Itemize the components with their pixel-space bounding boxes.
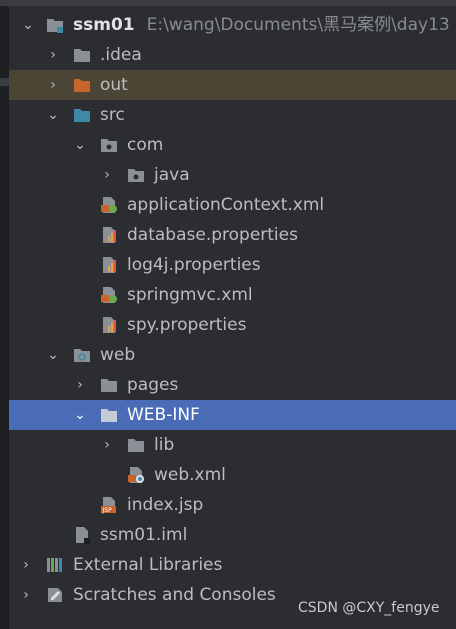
tree-item-label: com	[127, 135, 164, 155]
tree-item-label: log4j.properties	[127, 255, 261, 275]
tree-item-com[interactable]: ⌄ com	[9, 130, 456, 160]
tree-item-web-inf[interactable]: ⌄ WEB-INF	[9, 400, 456, 430]
chevron-down-icon[interactable]: ⌄	[73, 400, 87, 430]
top-toolbar-edge	[0, 0, 456, 6]
web-xml-icon	[127, 466, 145, 484]
chevron-right-icon[interactable]: ›	[46, 70, 60, 100]
jsp-file-icon: JSP	[100, 496, 118, 514]
tree-item-label: .idea	[100, 45, 142, 65]
chevron-down-icon[interactable]: ⌄	[46, 100, 60, 130]
tree-item-label: src	[100, 105, 125, 125]
tree-item-database-properties[interactable]: database.properties	[9, 220, 456, 250]
tree-item-label: web.xml	[154, 465, 226, 485]
tree-item-springmvc-xml[interactable]: springmvc.xml	[9, 280, 456, 310]
module-file-icon	[73, 526, 91, 544]
excluded-folder-icon	[73, 76, 91, 94]
tree-item-label: web	[100, 345, 136, 365]
tree-item-out[interactable]: › out	[9, 70, 456, 100]
tree-item-label: External Libraries	[73, 555, 223, 575]
scratches-icon	[46, 586, 64, 604]
project-tree: ⌄ ssm01 E:\wang\Documents\黑马案例\day13 › .i…	[9, 10, 456, 610]
spring-xml-icon	[100, 286, 118, 304]
package-icon	[100, 136, 118, 154]
tree-item-web-xml[interactable]: web.xml	[9, 460, 456, 490]
tree-item-label: WEB-INF	[127, 405, 200, 425]
tree-item-label: springmvc.xml	[127, 285, 253, 305]
tree-item-log4j-properties[interactable]: log4j.properties	[9, 250, 456, 280]
libraries-icon	[46, 556, 64, 574]
tree-item-idea[interactable]: › .idea	[9, 40, 456, 70]
svg-text:JSP: JSP	[102, 507, 113, 514]
tree-item-applicationcontext-xml[interactable]: applicationContext.xml	[9, 190, 456, 220]
tree-item-lib[interactable]: › lib	[9, 430, 456, 460]
properties-file-icon	[100, 256, 118, 274]
tree-item-label: java	[154, 165, 190, 185]
project-name: ssm01	[73, 15, 135, 35]
chevron-down-icon[interactable]: ⌄	[21, 10, 35, 40]
tool-strip-marker	[0, 78, 9, 86]
tree-item-label: out	[100, 75, 128, 95]
tree-item-label: spy.properties	[127, 315, 247, 335]
tree-item-label: applicationContext.xml	[127, 195, 325, 215]
tree-item-label: pages	[127, 375, 179, 395]
properties-file-icon	[100, 316, 118, 334]
folder-icon	[127, 436, 145, 454]
chevron-right-icon[interactable]: ›	[19, 580, 33, 610]
tree-item-ssm01-iml[interactable]: ssm01.iml	[9, 520, 456, 550]
chevron-down-icon[interactable]: ⌄	[46, 340, 60, 370]
tree-item-index-jsp[interactable]: JSP index.jsp	[9, 490, 456, 520]
chevron-down-icon[interactable]: ⌄	[73, 130, 87, 160]
chevron-right-icon[interactable]: ›	[73, 370, 87, 400]
tree-item-label: Scratches and Consoles	[73, 585, 276, 605]
tree-item-src[interactable]: ⌄ src	[9, 100, 456, 130]
chevron-right-icon[interactable]: ›	[19, 550, 33, 580]
tree-item-label: ssm01.iml	[100, 525, 188, 545]
tree-item-external-libraries[interactable]: › External Libraries	[9, 550, 456, 580]
module-folder-icon	[46, 16, 64, 34]
tree-item-spy-properties[interactable]: spy.properties	[9, 310, 456, 340]
tree-item-label: lib	[154, 435, 175, 455]
folder-icon	[73, 46, 91, 64]
web-folder-icon	[73, 346, 91, 364]
properties-file-icon	[100, 226, 118, 244]
tree-item-ssm01[interactable]: ⌄ ssm01 E:\wang\Documents\黑马案例\day13	[9, 10, 456, 40]
package-icon	[127, 166, 145, 184]
tree-item-label: index.jsp	[127, 495, 204, 515]
project-path: E:\wang\Documents\黑马案例\day13	[146, 15, 450, 35]
source-folder-icon	[73, 106, 91, 124]
chevron-right-icon[interactable]: ›	[100, 160, 114, 190]
folder-icon	[100, 376, 118, 394]
spring-xml-icon	[100, 196, 118, 214]
folder-icon	[100, 406, 118, 424]
chevron-right-icon[interactable]: ›	[100, 430, 114, 460]
chevron-right-icon[interactable]: ›	[46, 40, 60, 70]
tree-item-web[interactable]: ⌄ web	[9, 340, 456, 370]
watermark: CSDN @CXY_fengye	[298, 600, 440, 616]
tree-item-label: database.properties	[127, 225, 298, 245]
tree-item-pages[interactable]: › pages	[9, 370, 456, 400]
left-tool-strip	[0, 6, 9, 629]
tree-item-java[interactable]: › java	[9, 160, 456, 190]
